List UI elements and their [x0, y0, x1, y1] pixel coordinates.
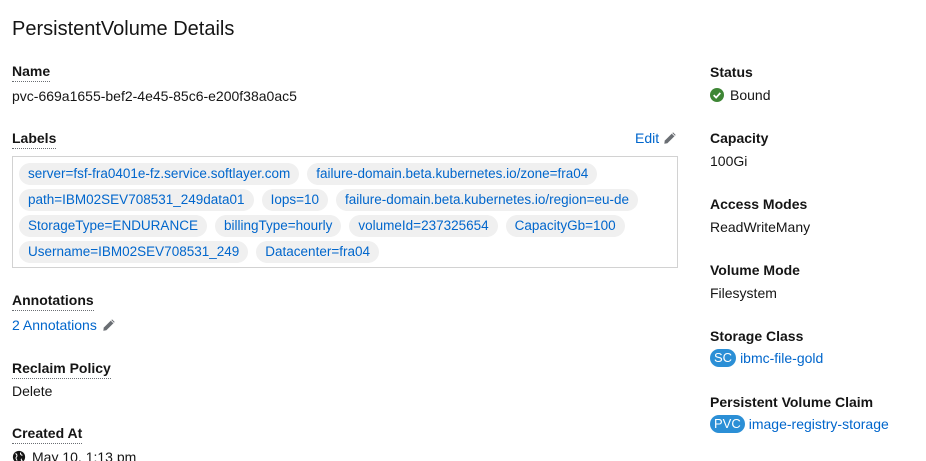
name-value: pvc-669a1655-bef2-4e45-85c6-e200f38a0ac5	[12, 88, 297, 104]
globe-icon	[12, 450, 26, 461]
created-at-value: May 10, 1:13 pm	[32, 449, 137, 461]
pvc-link[interactable]: PVC image-registry-storage	[710, 415, 889, 433]
labels-row: path=IBM02SEV708531_249data01 Iops=10 fail…	[19, 189, 671, 211]
created-at-term[interactable]: Created At	[12, 424, 83, 444]
annotations-link[interactable]: 2 Annotations	[12, 316, 116, 334]
check-circle-icon	[710, 88, 724, 102]
storage-class-badge: SC	[710, 349, 737, 367]
storage-class-link[interactable]: SC ibmc-file-gold	[710, 349, 823, 367]
labels-container: server=fsf-fra0401e-fz.service.softlayer…	[12, 156, 678, 268]
status-term: Status	[710, 64, 753, 80]
label-chip[interactable]: path=IBM02SEV708531_249data01	[19, 189, 254, 211]
edit-labels-label: Edit	[635, 130, 660, 146]
storage-class-value: ibmc-file-gold	[740, 350, 824, 366]
status-value: Bound	[730, 87, 771, 103]
annotations-term[interactable]: Annotations	[12, 291, 94, 311]
reclaim-policy-term[interactable]: Reclaim Policy	[12, 359, 111, 379]
storage-class-term: Storage Class	[710, 328, 804, 344]
label-chip[interactable]: Datacenter=fra04	[256, 241, 379, 263]
status-value-row: Bound	[710, 86, 770, 104]
label-chip[interactable]: CapacityGb=100	[505, 215, 625, 237]
labels-term[interactable]: Labels	[12, 129, 57, 149]
label-chip[interactable]: volumeId=237325654	[349, 215, 498, 237]
capacity-value: 100Gi	[710, 153, 748, 169]
annotations-link-label: 2 Annotations	[12, 317, 97, 333]
pvc-badge: PVC	[710, 415, 745, 433]
pencil-icon	[664, 132, 676, 144]
label-chip[interactable]: failure-domain.beta.kubernetes.io/zone=f…	[307, 163, 598, 185]
label-chip[interactable]: Iops=10	[261, 189, 328, 211]
access-modes-term: Access Modes	[710, 196, 808, 212]
labels-row: StorageType=ENDURANCE billingType=hourly v…	[19, 215, 671, 237]
pvc-value: image-registry-storage	[748, 416, 889, 432]
created-at-value-row: May 10, 1:13 pm	[12, 448, 136, 461]
volume-mode-term: Volume Mode	[710, 262, 800, 278]
label-chip[interactable]: Username=IBM02SEV708531_249	[19, 241, 249, 263]
label-chip[interactable]: StorageType=ENDURANCE	[19, 215, 207, 237]
labels-row: Username=IBM02SEV708531_249 Datacenter=fr…	[19, 241, 671, 263]
label-chip[interactable]: billingType=hourly	[214, 215, 342, 237]
access-modes-value: ReadWriteMany	[710, 219, 811, 235]
name-term[interactable]: Name	[12, 62, 51, 82]
edit-labels-button[interactable]: Edit	[635, 129, 677, 147]
persistent-volume-details-page: PersistentVolume Details Name pvc-669a16…	[0, 0, 926, 461]
label-chip[interactable]: server=fsf-fra0401e-fz.service.softlayer…	[19, 163, 300, 185]
reclaim-policy-value: Delete	[12, 383, 53, 399]
label-chip[interactable]: failure-domain.beta.kubernetes.io/region…	[335, 189, 639, 211]
volume-mode-value: Filesystem	[710, 285, 777, 301]
pencil-icon	[103, 319, 115, 331]
pvc-term: Persistent Volume Claim	[710, 394, 874, 410]
labels-row: server=fsf-fra0401e-fz.service.softlayer…	[19, 163, 671, 185]
page-title: PersistentVolume Details	[12, 18, 235, 40]
capacity-term: Capacity	[710, 130, 769, 146]
